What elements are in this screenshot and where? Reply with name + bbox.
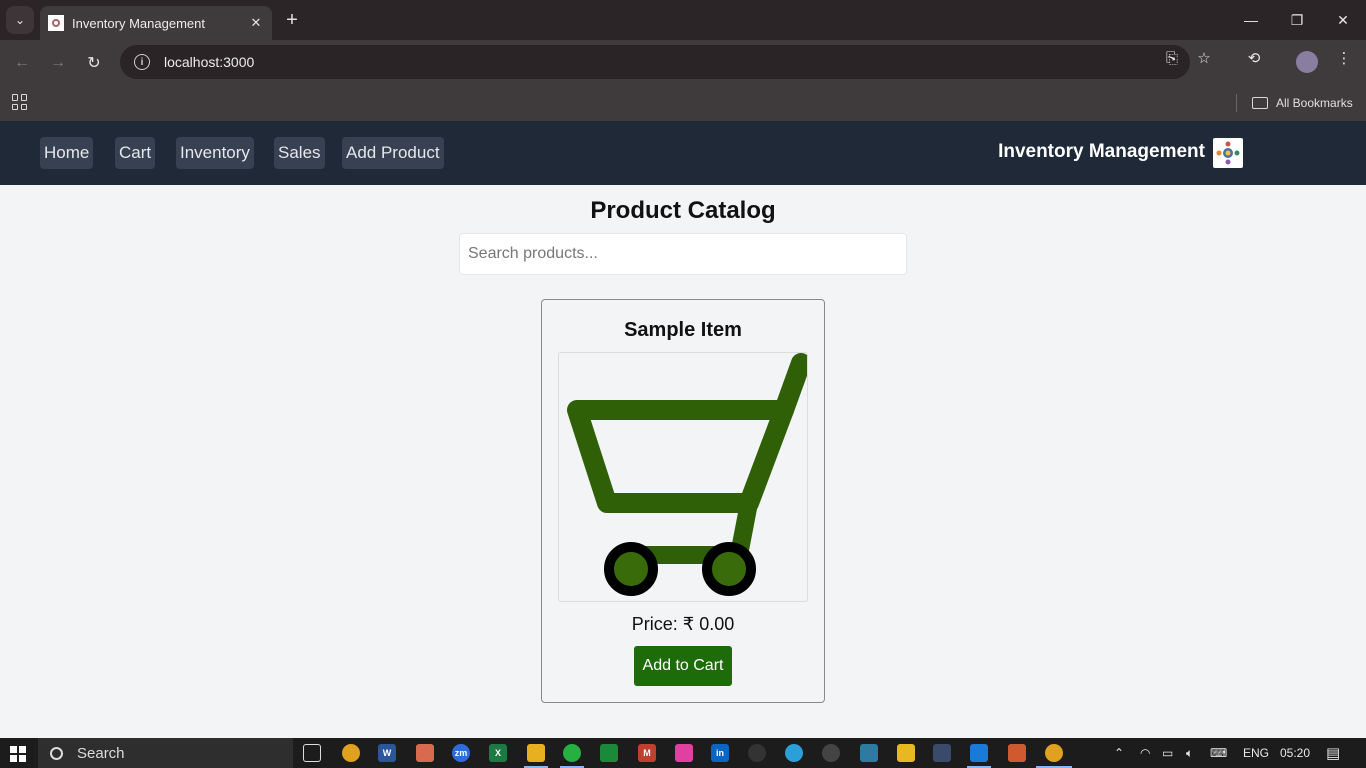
profile-avatar[interactable] (1296, 51, 1318, 73)
photos-app-icon[interactable] (416, 744, 434, 762)
site-info-icon[interactable]: i (134, 54, 150, 70)
shopping-cart-icon (567, 353, 807, 596)
zoom-app-icon[interactable]: zm (452, 744, 470, 762)
app-favicon-icon (48, 15, 64, 31)
file-explorer-icon[interactable] (527, 744, 545, 762)
keyboard-icon[interactable]: ⌨ (1210, 738, 1227, 768)
tab-search-button[interactable]: ⌄ (6, 6, 34, 34)
browser-toolbar: ← → ↻ i localhost:3000 ⎘ ☆ ⟲ ⋮ (0, 40, 1366, 86)
nav-add-product[interactable]: Add Product (342, 137, 444, 169)
browser-tab-bar: ⌄ Inventory Management ✕ + — ❐ ✕ (0, 0, 1366, 40)
window-close-icon[interactable]: ✕ (1320, 0, 1366, 40)
taskbar-search[interactable]: Search (38, 738, 293, 768)
postman-app-icon[interactable] (1008, 744, 1026, 762)
os-taskbar: Search W zm X M in ⌃ ◠ ▭ 🔈︎ ⌨ ENG 05:20 … (0, 738, 1366, 768)
tab-title: Inventory Management (72, 15, 205, 31)
clock-time[interactable]: 05:20 (1280, 738, 1310, 768)
product-card: Sample Item Price: ₹ 0.00 Add to Cart (541, 299, 825, 703)
volume-icon[interactable]: 🔈︎ (1186, 738, 1193, 768)
apps-grid-icon[interactable] (12, 94, 28, 110)
devtool-app-icon[interactable] (860, 744, 878, 762)
chrome-app-icon[interactable] (342, 744, 360, 762)
chrome-active-app-icon[interactable] (1045, 744, 1063, 762)
language-indicator[interactable]: ENG (1243, 738, 1269, 768)
github-app-icon[interactable] (748, 744, 766, 762)
address-bar[interactable]: i localhost:3000 (120, 45, 1190, 79)
browser-tab[interactable]: Inventory Management ✕ (40, 6, 272, 40)
menu-kebab-icon[interactable]: ⋮ (1334, 48, 1354, 68)
back-icon[interactable]: ← (8, 49, 36, 77)
folder-icon (1252, 97, 1268, 109)
excel-app-icon[interactable]: X (489, 744, 507, 762)
openai-app-icon[interactable] (822, 744, 840, 762)
whatsapp-app-icon[interactable] (563, 744, 581, 762)
forward-icon[interactable]: → (44, 49, 72, 77)
product-name: Sample Item (624, 319, 742, 341)
bookmark-star-icon[interactable]: ☆ (1194, 48, 1214, 68)
brand-title: Inventory Management (998, 141, 1205, 162)
search-input[interactable] (459, 233, 907, 275)
page-title: Product Catalog (590, 197, 776, 224)
word-app-icon[interactable]: W (378, 744, 396, 762)
gmail-app-icon[interactable]: M (638, 744, 656, 762)
taskbar-search-label: Search (77, 744, 125, 762)
bookmarks-bar: All Bookmarks (0, 86, 1366, 121)
nav-sales[interactable]: Sales (274, 137, 325, 169)
tab-close-icon[interactable]: ✕ (246, 13, 266, 33)
tray-overflow-icon[interactable]: ⌃ (1114, 738, 1124, 768)
app-navbar: Home Cart Inventory Sales Add Product In… (0, 121, 1366, 185)
brand-logo-icon (1213, 138, 1243, 168)
product-price: Price: ₹ 0.00 (631, 614, 735, 634)
minimize-icon[interactable]: — (1228, 0, 1274, 40)
telegram-app-icon[interactable] (785, 744, 803, 762)
sql-app-icon[interactable] (933, 744, 951, 762)
restore-icon[interactable]: ❐ (1274, 0, 1320, 40)
battery-icon[interactable]: ▭ (1162, 738, 1173, 768)
nav-inventory[interactable]: Inventory (176, 137, 254, 169)
bookmarks-separator (1236, 94, 1237, 112)
add-to-cart-button[interactable]: Add to Cart (634, 646, 732, 686)
search-icon (50, 746, 63, 760)
powerbi-app-icon[interactable] (897, 744, 915, 762)
task-view-icon[interactable] (303, 744, 321, 762)
install-app-icon[interactable]: ⎘ (1162, 48, 1182, 68)
wifi-icon[interactable]: ◠ (1140, 738, 1150, 768)
media-app-icon[interactable] (675, 744, 693, 762)
history-icon[interactable]: ⟲ (1244, 48, 1264, 68)
meet-app-icon[interactable] (600, 744, 618, 762)
windows-start-icon[interactable] (10, 746, 26, 762)
nav-home[interactable]: Home (40, 137, 94, 169)
vscode-app-icon[interactable] (970, 744, 988, 762)
reload-icon[interactable]: ↻ (80, 49, 108, 77)
all-bookmarks-button[interactable]: All Bookmarks (1252, 92, 1353, 114)
nav-cart[interactable]: Cart (115, 137, 156, 169)
product-image (558, 352, 808, 602)
address-url: localhost:3000 (164, 54, 255, 70)
all-bookmarks-label: All Bookmarks (1276, 96, 1353, 110)
linkedin-app-icon[interactable]: in (711, 744, 729, 762)
new-tab-icon[interactable]: + (280, 8, 304, 32)
notifications-icon[interactable]: ▤ (1326, 738, 1340, 768)
